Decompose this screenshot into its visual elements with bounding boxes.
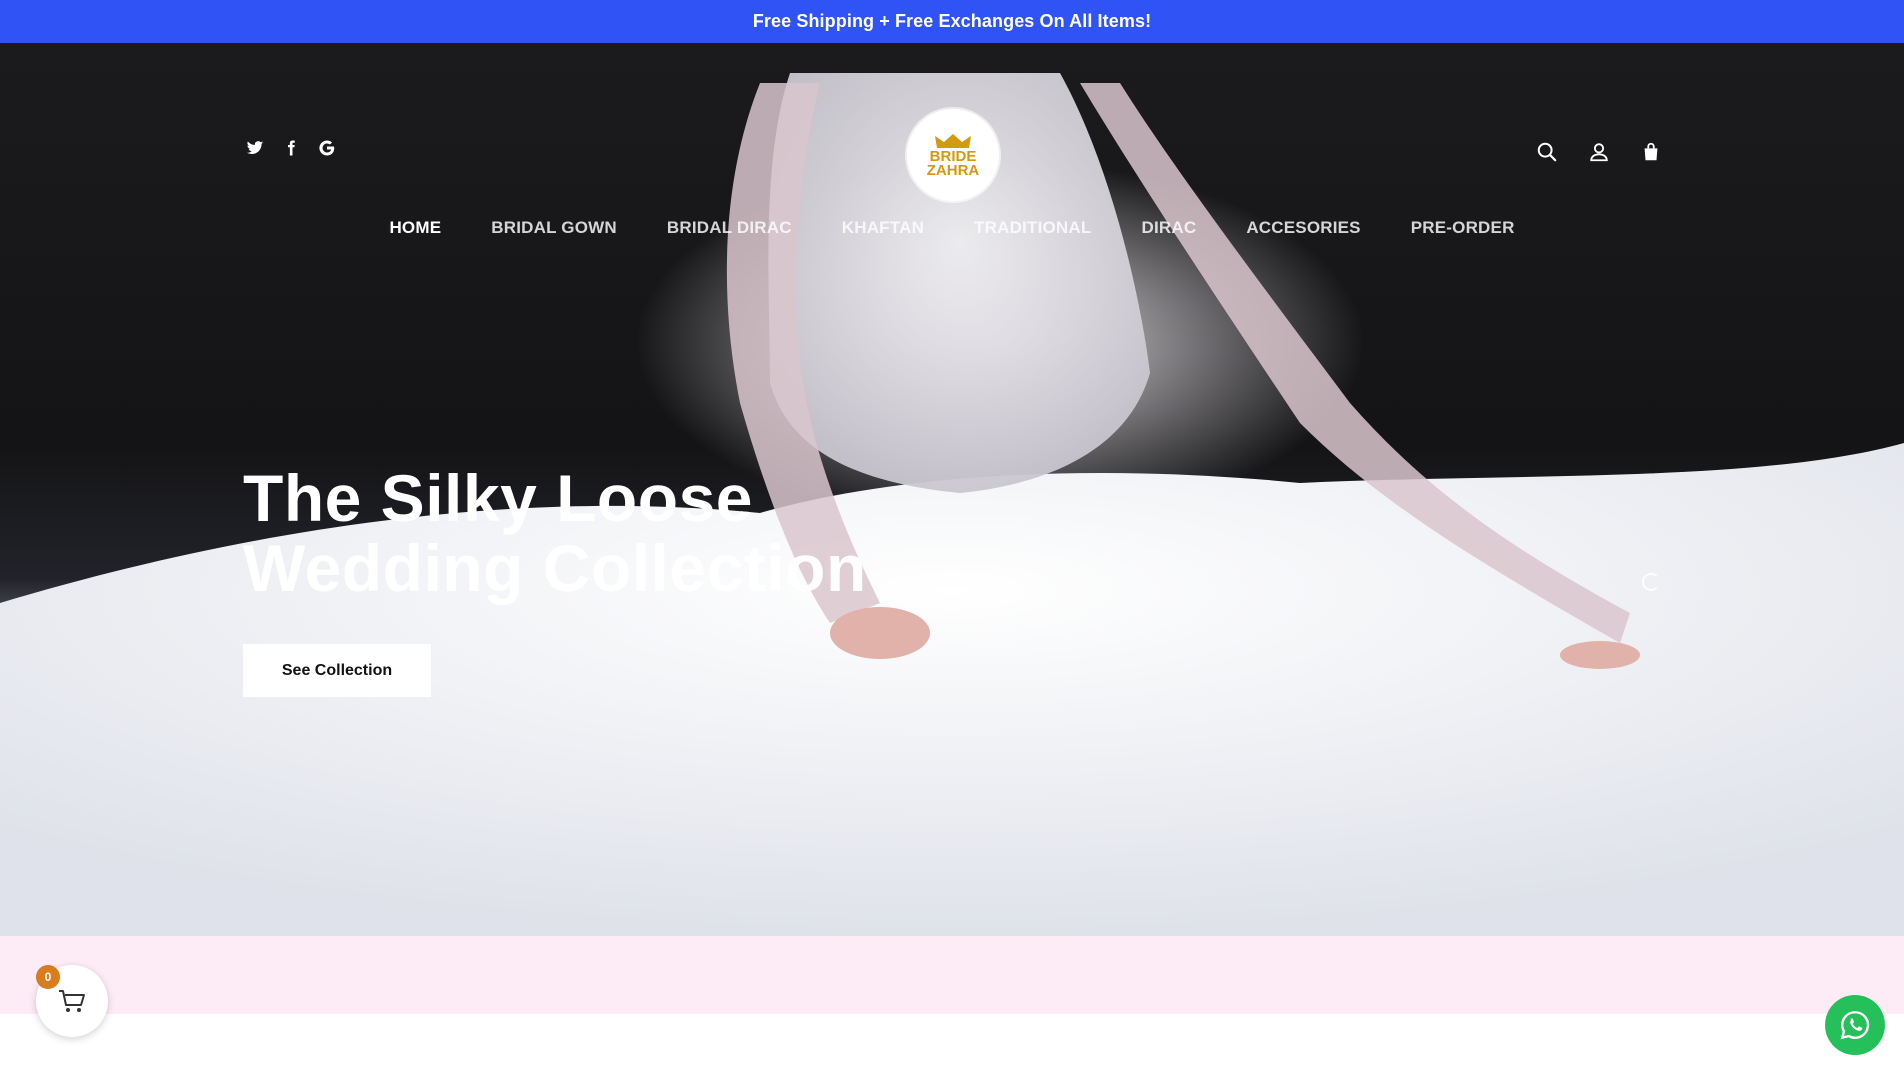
google-icon[interactable] xyxy=(318,139,336,157)
pink-section-band xyxy=(0,936,1904,1014)
nav-item-traditional[interactable]: TRADITIONAL xyxy=(974,218,1091,238)
nav-item-home[interactable]: HOME xyxy=(389,218,441,238)
nav-item-bridal-dirac[interactable]: BRIDAL DIRAC xyxy=(667,218,792,238)
whatsapp-icon xyxy=(1840,1011,1870,1040)
cart-count-badge: 0 xyxy=(36,965,60,989)
hero-title-line2: Wedding Collection xyxy=(243,531,867,605)
facebook-icon[interactable] xyxy=(282,139,300,157)
see-collection-button[interactable]: See Collection xyxy=(243,644,431,697)
cart-icon xyxy=(59,990,85,1012)
logo-text-line2: ZAHRA xyxy=(926,162,980,179)
nav-item-bridal-gown[interactable]: BRIDAL GOWN xyxy=(491,218,617,238)
main-navigation: HOME BRIDAL GOWN BRIDAL DIRAC KHAFTAN TR… xyxy=(0,218,1904,238)
header-actions xyxy=(1536,141,1662,163)
whatsapp-chat-button[interactable] xyxy=(1825,995,1885,1055)
hero-title: The Silky Loose Wedding Collection xyxy=(243,463,1003,603)
announcement-bar: Free Shipping + Free Exchanges On All It… xyxy=(0,0,1904,43)
account-icon[interactable] xyxy=(1588,141,1610,163)
nav-item-accesories[interactable]: ACCESORIES xyxy=(1246,218,1360,238)
announcement-text: Free Shipping + Free Exchanges On All It… xyxy=(752,11,1152,31)
slider-loading-indicator xyxy=(1642,573,1660,591)
shopping-bag-icon[interactable] xyxy=(1640,141,1662,163)
floating-cart-button[interactable]: 0 xyxy=(36,965,108,1037)
brand-logo[interactable]: BRIDE ZAHRA xyxy=(907,109,999,201)
twitter-icon[interactable] xyxy=(246,139,264,157)
nav-item-dirac[interactable]: DIRAC xyxy=(1141,218,1196,238)
nav-item-khaftan[interactable]: KHAFTAN xyxy=(842,218,924,238)
social-links xyxy=(246,139,336,157)
hero-title-line1: The Silky Loose xyxy=(243,461,753,535)
nav-item-pre-order[interactable]: PRE-ORDER xyxy=(1411,218,1515,238)
hero-banner: BRIDE ZAHRA HOME BRIDAL GOWN BRIDAL DIRA… xyxy=(0,43,1904,936)
search-icon[interactable] xyxy=(1536,141,1558,163)
